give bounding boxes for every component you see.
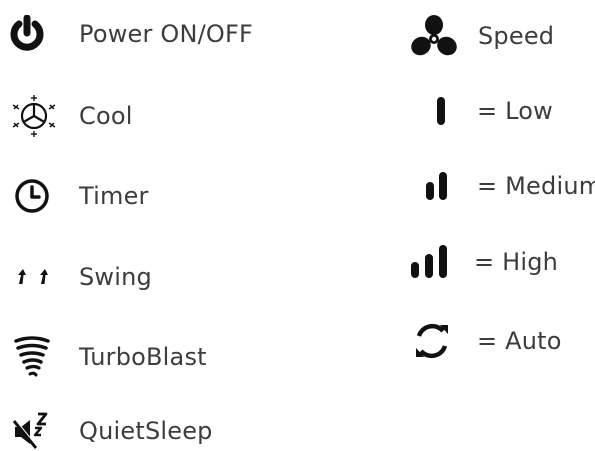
clock-icon xyxy=(14,178,50,214)
fan-icon xyxy=(410,14,458,58)
legend-label: = High xyxy=(474,248,559,276)
speed-auto-icon xyxy=(412,322,452,360)
legend-item-timer: Timer xyxy=(14,178,149,214)
legend-label: Speed xyxy=(478,22,555,50)
legend-label: Swing xyxy=(79,263,152,291)
speed-high-icon xyxy=(410,244,450,280)
legend-item-speed-auto: = Auto xyxy=(412,322,562,360)
legend-label: = Medium xyxy=(477,172,595,200)
legend-item-speed: Speed xyxy=(410,14,554,58)
legend-label: Power ON/OFF xyxy=(79,20,254,48)
speed-medium-icon xyxy=(425,171,449,201)
legend-label: = Auto xyxy=(477,327,562,355)
speed-low-icon xyxy=(436,96,446,126)
legend-item-speed-medium: = Medium xyxy=(425,170,595,202)
legend-item-speed-high: = High xyxy=(410,244,558,280)
legend-item-speed-low: = Low xyxy=(436,95,553,127)
snowflake-fan-icon xyxy=(10,94,58,138)
legend-item-turboblast: TurboBlast xyxy=(12,335,207,379)
power-icon xyxy=(10,15,44,53)
legend-item-power: Power ON/OFF xyxy=(10,14,253,54)
legend-item-quietsleep: QuietSleep xyxy=(12,412,213,450)
legend-label: = Low xyxy=(477,97,553,125)
legend-label: Cool xyxy=(79,102,133,130)
legend-label: QuietSleep xyxy=(79,417,213,445)
legend-item-cool: Cool xyxy=(10,94,133,138)
legend-label: TurboBlast xyxy=(79,343,207,371)
legend-label: Timer xyxy=(79,182,149,210)
swing-arrows-icon xyxy=(14,266,54,288)
mute-sleep-icon xyxy=(12,412,54,450)
legend-item-swing: Swing xyxy=(14,262,152,292)
tornado-icon xyxy=(12,335,52,379)
